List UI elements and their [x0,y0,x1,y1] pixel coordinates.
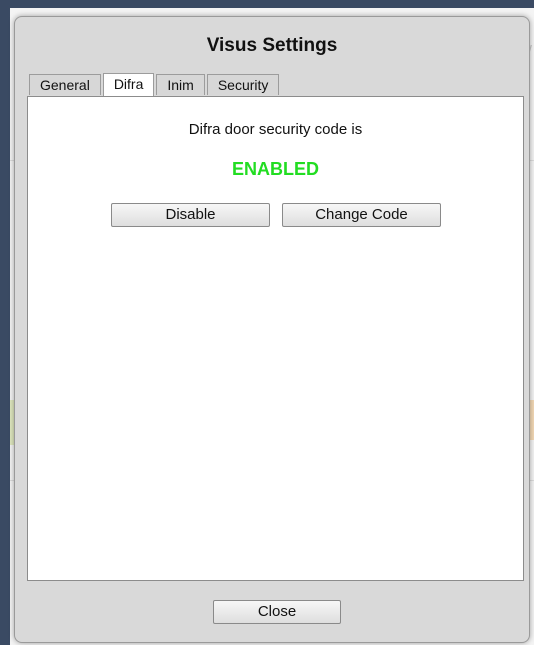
security-code-status-value: ENABLED [231,159,319,179]
tab-bar: General Difra Inim Security [29,73,281,96]
difra-tab-panel: Difra door security code is ENABLED Disa… [27,96,524,581]
dialog-title: Visus Settings [206,35,338,56]
tab-general[interactable]: General [29,74,101,95]
change-code-button[interactable]: Change Code [282,203,441,227]
background-left-bar [0,0,10,645]
background-top-bar [0,0,534,8]
security-code-status-label: Difra door security code is [188,121,363,138]
tab-inim[interactable]: Inim [156,74,205,95]
settings-dialog: Visus Settings General Difra Inim Securi… [14,16,530,643]
tab-security[interactable]: Security [206,74,280,95]
disable-button[interactable]: Disable [111,203,270,227]
tab-difra[interactable]: Difra [102,73,155,96]
close-button[interactable]: Close [213,600,341,624]
